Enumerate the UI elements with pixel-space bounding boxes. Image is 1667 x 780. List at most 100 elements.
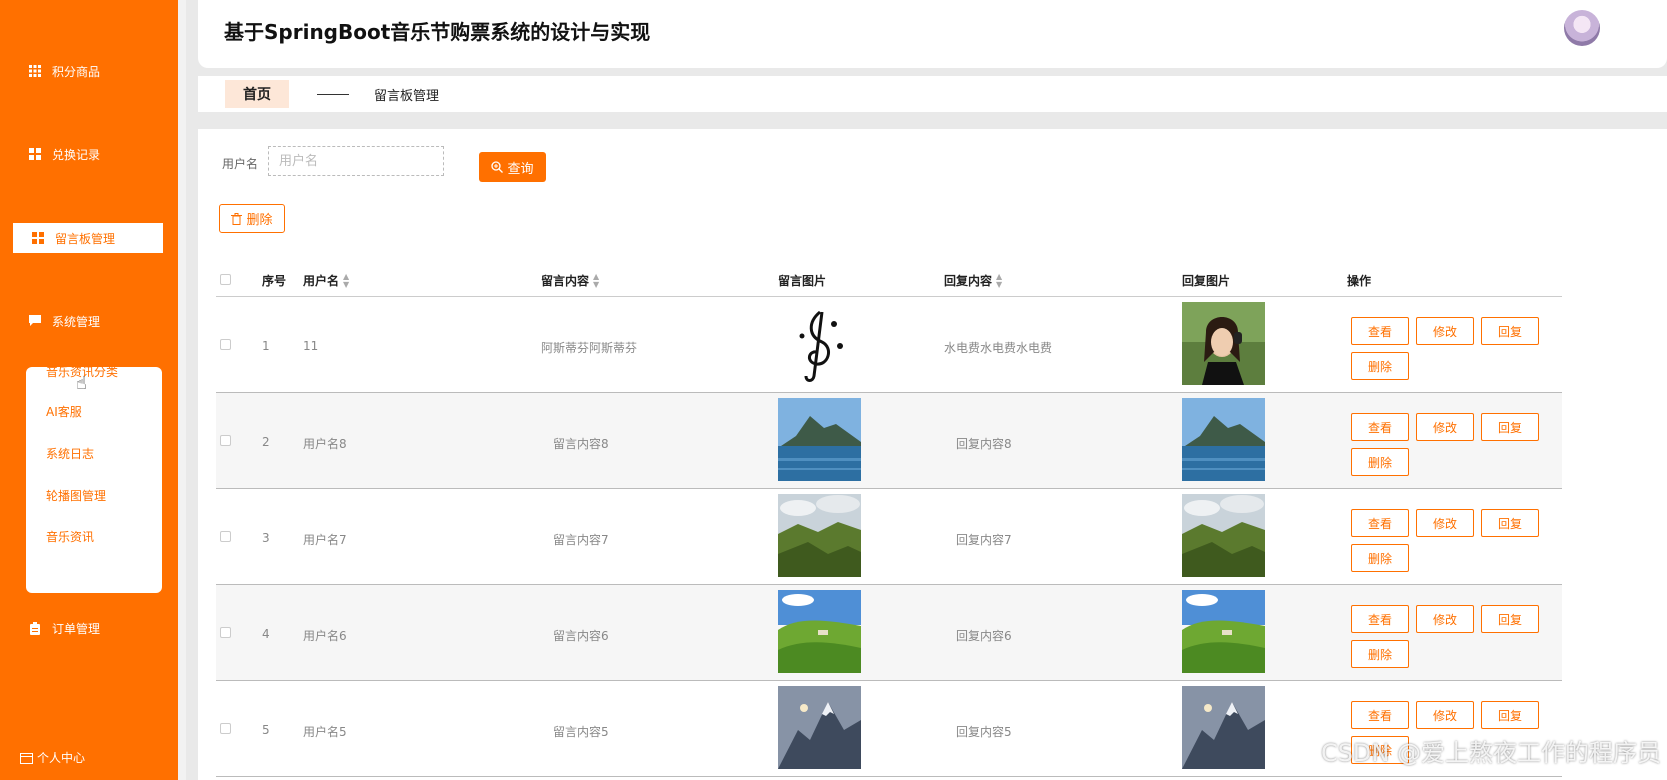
column-index: 序号 — [262, 274, 287, 288]
reply-button[interactable]: 回复 — [1481, 317, 1539, 345]
row-checkbox[interactable] — [220, 531, 231, 542]
view-button[interactable]: 查看 — [1351, 701, 1409, 729]
sidebar-item-points-products[interactable]: 积分商品 — [0, 56, 178, 86]
breadcrumb-home[interactable]: 首页 — [225, 80, 289, 108]
submenu-item-ai-service[interactable]: AI客服 — [46, 403, 82, 420]
breadcrumb: 首页 留言板管理 — [198, 76, 1667, 112]
username-search-input[interactable] — [268, 146, 444, 176]
row-checkbox[interactable] — [220, 435, 231, 446]
delete-button[interactable]: 删除 — [1351, 352, 1409, 380]
delete-button[interactable]: 删除 — [1351, 736, 1409, 764]
trash-icon — [231, 212, 243, 225]
row-message: 阿斯蒂芬阿斯蒂芬 — [541, 341, 638, 355]
breadcrumb-current: 留言板管理 — [374, 88, 440, 104]
row-reply: 水电费水电费水电费 — [944, 341, 1053, 355]
query-button[interactable]: 查询 — [479, 152, 546, 182]
avatar[interactable] — [1564, 10, 1600, 46]
row-reply: 回复内容6 — [956, 629, 1012, 643]
submenu-item-system-log[interactable]: 系统日志 — [46, 445, 94, 462]
edit-button[interactable]: 修改 — [1416, 605, 1474, 633]
sort-icon: ▲ ▼ — [593, 271, 600, 289]
edit-button[interactable]: 修改 — [1416, 413, 1474, 441]
sidebar-item-label: 积分商品 — [52, 64, 101, 79]
sidebar-item-label: 订单管理 — [52, 621, 101, 636]
reply-button[interactable]: 回复 — [1481, 509, 1539, 537]
row-username: 11 — [303, 339, 319, 353]
search-icon — [491, 161, 504, 173]
reply-button[interactable]: 回复 — [1481, 605, 1539, 633]
view-button[interactable]: 查看 — [1351, 413, 1409, 441]
submenu-item-music-news[interactable]: 音乐资讯 — [46, 528, 94, 545]
select-all-checkbox[interactable] — [220, 274, 231, 285]
row-reply-image[interactable] — [1182, 302, 1265, 385]
sort-icon: ▲ ▼ — [996, 271, 1003, 289]
column-message[interactable]: 留言内容 ▲ ▼ — [541, 272, 599, 289]
main-content: 用户名 查询 删除 序号 用户名▲▼ 留言内容▲▼ 留言图片 回复内容▲▼ 回复… — [198, 129, 1667, 780]
edit-button[interactable]: 修改 — [1416, 317, 1474, 345]
row-checkbox[interactable] — [220, 339, 231, 350]
row-username: 用户名5 — [303, 725, 347, 739]
table-header: 序号 用户名 ▲ ▼ 留言内容 ▲ ▼ 留言图片 回复内容 ▲ ▼ 回复图片 操作 — [216, 261, 1562, 297]
reply-button[interactable]: 回复 — [1481, 701, 1539, 729]
row-message-image[interactable] — [778, 302, 861, 385]
sidebar-item-message-board[interactable]: 留言板管理 — [10, 223, 163, 253]
row-message-image[interactable] — [778, 590, 861, 673]
view-button[interactable]: 查看 — [1351, 317, 1409, 345]
row-checkbox[interactable] — [220, 627, 231, 638]
row-message-image[interactable] — [778, 494, 861, 577]
sort-icon: ▲ ▼ — [343, 271, 350, 289]
delete-button[interactable]: 删除 — [1351, 448, 1409, 476]
sidebar-item-label: 兑换记录 — [52, 147, 101, 162]
row-message-image[interactable] — [778, 398, 861, 481]
calendar-icon — [20, 752, 33, 764]
table-row: 1 11 阿斯蒂芬阿斯蒂芬 水电费水电费水电费 查看 修改 回复 删除 — [216, 297, 1562, 393]
table-row: 4 用户名6 留言内容6 回复内容6 查看 修改 回复 删除 — [216, 585, 1562, 681]
sidebar-item-label: 系统管理 — [52, 314, 101, 329]
top-header: 基于SpringBoot音乐节购票系统的设计与实现 — [198, 0, 1667, 68]
delete-button[interactable]: 删除 — [1351, 544, 1409, 572]
row-username: 用户名7 — [303, 533, 347, 547]
row-reply-image[interactable] — [1182, 590, 1265, 673]
table-row: 5 用户名5 留言内容5 回复内容5 查看 修改 回复 删除 — [216, 681, 1562, 777]
row-reply-image[interactable] — [1182, 494, 1265, 577]
grid-icon — [28, 64, 42, 78]
sidebar-item-system-management[interactable]: 系统管理 — [0, 306, 178, 336]
reply-button[interactable]: 回复 — [1481, 413, 1539, 441]
row-message: 留言内容8 — [553, 437, 609, 451]
edit-button[interactable]: 修改 — [1416, 701, 1474, 729]
row-index: 4 — [262, 627, 270, 641]
row-reply-image[interactable] — [1182, 686, 1265, 769]
row-reply: 回复内容5 — [956, 725, 1012, 739]
edit-button[interactable]: 修改 — [1416, 509, 1474, 537]
row-username: 用户名6 — [303, 629, 347, 643]
system-submenu: 音乐资讯分类 AI客服 系统日志 轮播图管理 音乐资讯 — [26, 365, 162, 593]
personal-center-label: 个人中心 — [37, 751, 86, 765]
sidebar-personal-center[interactable]: 个人中心 — [20, 749, 85, 766]
column-actions: 操作 — [1347, 274, 1372, 288]
sidebar: 积分商品 兑换记录 留言板管理 系统管理 音乐资讯分类 AI客服 系统日志 轮播… — [0, 0, 186, 780]
chat-icon — [28, 314, 42, 328]
delete-button[interactable]: 删除 — [1351, 640, 1409, 668]
sidebar-item-exchange-records[interactable]: 兑换记录 — [0, 139, 178, 169]
grid-icon — [28, 147, 42, 161]
row-index: 1 — [262, 339, 270, 353]
row-reply: 回复内容7 — [956, 533, 1012, 547]
row-reply-image[interactable] — [1182, 398, 1265, 481]
row-checkbox[interactable] — [220, 723, 231, 734]
view-button[interactable]: 查看 — [1351, 605, 1409, 633]
submenu-item-carousel[interactable]: 轮播图管理 — [46, 487, 106, 504]
column-username[interactable]: 用户名 ▲ ▼ — [303, 272, 349, 289]
row-index: 2 — [262, 435, 270, 449]
row-message: 留言内容5 — [553, 725, 609, 739]
row-message-image[interactable] — [778, 686, 861, 769]
sidebar-item-order-management[interactable]: 订单管理 — [0, 613, 178, 643]
search-label: 用户名 — [222, 157, 259, 171]
row-message: 留言内容7 — [553, 533, 609, 547]
sidebar-item-label: 留言板管理 — [55, 231, 116, 246]
column-reply[interactable]: 回复内容 ▲ ▼ — [944, 272, 1002, 289]
table-row: 2 用户名8 留言内容8 回复内容8 查看 修改 回复 删除 — [216, 393, 1562, 489]
view-button[interactable]: 查看 — [1351, 509, 1409, 537]
query-button-label: 查询 — [507, 161, 534, 177]
bulk-delete-button[interactable]: 删除 — [219, 204, 285, 233]
page-title: 基于SpringBoot音乐节购票系统的设计与实现 — [224, 20, 651, 44]
